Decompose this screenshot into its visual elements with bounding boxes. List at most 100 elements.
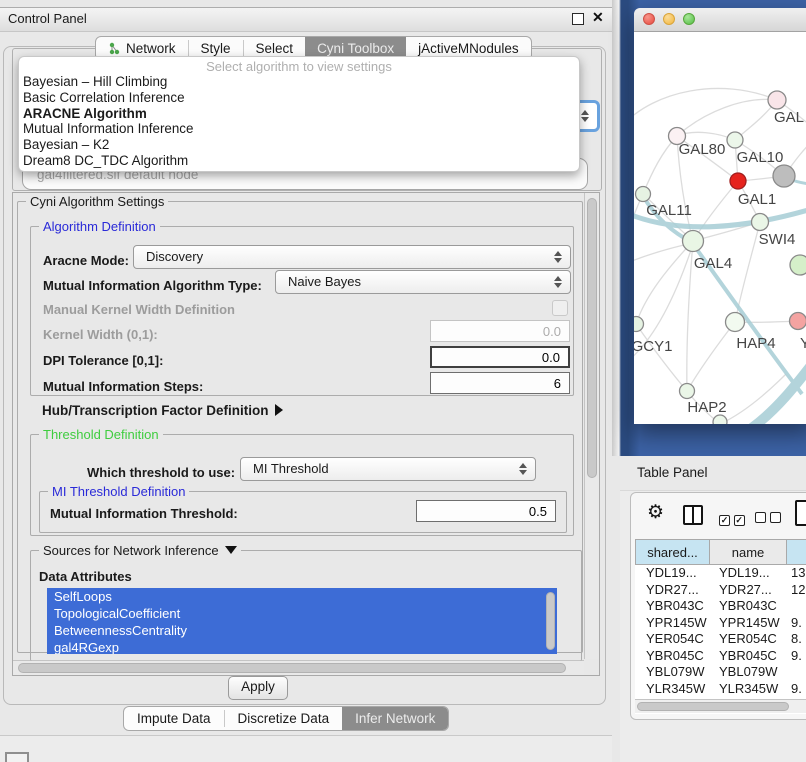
table-row[interactable]: YLR345W YLR345W 9. <box>635 681 806 698</box>
network-canvas[interactable]: GAL GAL80 GAL10 GAL1 GAL11 SWI4 GAL4 GCY… <box>634 32 806 424</box>
table-row[interactable]: YDL19... YDL19... 13 <box>635 565 806 582</box>
list-item-selfloops[interactable]: SelfLoops <box>47 588 557 605</box>
manual-kernel-checkbox[interactable] <box>552 300 568 316</box>
node-hap4[interactable] <box>726 313 745 332</box>
threshold-definition-title: Threshold Definition <box>39 427 163 442</box>
list-item-betweennesscentrality[interactable]: BetweennessCentrality <box>47 622 557 639</box>
table-row[interactable]: YDR27... YDR27... 12 <box>635 582 806 599</box>
table-horizontal-scrollbar[interactable] <box>635 699 806 713</box>
mi-steps-input[interactable] <box>430 372 570 394</box>
column-header-name[interactable]: name <box>710 539 787 565</box>
tab-discretize-data[interactable]: Discretize Data <box>225 707 343 730</box>
dpi-tolerance-label: DPI Tolerance [0,1]: <box>43 353 163 368</box>
threshold-definition-group: Threshold Definition Which threshold to … <box>30 434 574 536</box>
close-panel-icon[interactable]: ✕ <box>592 9 604 26</box>
left-window-footer <box>0 735 612 762</box>
node-label: GAL1 <box>738 191 776 208</box>
node-label: GAL4 <box>694 255 732 272</box>
mi-steps-label: Mutual Information Steps: <box>43 379 203 394</box>
node-gal10[interactable] <box>727 132 743 148</box>
sources-toggle[interactable]: Sources for Network Inference <box>39 543 241 558</box>
column-header-shared-name[interactable]: shared... <box>635 539 710 565</box>
minimize-traffic-light-icon[interactable] <box>663 13 675 25</box>
node-label: HAP2 <box>687 399 726 416</box>
apply-button[interactable]: Apply <box>228 676 288 700</box>
node-bottom-partial[interactable] <box>713 415 727 424</box>
popup-item-dream8[interactable]: Dream8 DC_TDC Algorithm <box>19 153 579 169</box>
node-label: SWI4 <box>759 231 796 248</box>
tab-infer-network[interactable]: Infer Network <box>342 707 448 730</box>
table-mode-icon[interactable] <box>795 500 806 526</box>
node-label: GAL <box>774 109 804 126</box>
zoom-traffic-light-icon[interactable] <box>683 13 695 25</box>
mi-type-label: Mutual Information Algorithm Type: <box>43 278 262 293</box>
popup-item-aracne[interactable]: ARACNE Algorithm <box>19 106 579 122</box>
node-red[interactable] <box>730 173 746 189</box>
node-label: HAP4 <box>736 335 775 352</box>
node-gray[interactable] <box>773 165 795 187</box>
mi-threshold-definition-title: MI Threshold Definition <box>48 484 189 499</box>
mi-type-combo[interactable]: Naive Bayes <box>275 270 571 294</box>
column-header-partial[interactable] <box>787 539 806 565</box>
node-pink-top[interactable] <box>768 91 786 109</box>
settings-horizontal-scrollbar[interactable] <box>13 660 584 675</box>
gear-icon[interactable]: ⚙ <box>647 501 664 524</box>
split-columns-icon[interactable] <box>683 505 703 525</box>
table-row[interactable]: YBL079W YBL079W <box>635 664 806 681</box>
node-swi4[interactable] <box>752 214 769 231</box>
docked-panel-icon[interactable] <box>5 752 29 762</box>
popup-prompt: Select algorithm to view settings <box>19 59 579 74</box>
table-row[interactable]: YBR043C YBR043C <box>635 598 806 615</box>
list-item-gal4rgexp[interactable]: gal4RGexp <box>47 639 557 654</box>
node-salmon[interactable] <box>790 313 806 330</box>
mi-threshold-input[interactable] <box>416 500 556 522</box>
node-label: GAL10 <box>737 149 784 166</box>
close-traffic-light-icon[interactable] <box>643 13 655 25</box>
deselect-all-columns-icon[interactable] <box>755 511 781 526</box>
tab-impute-data[interactable]: Impute Data <box>124 707 224 730</box>
kernel-width-input[interactable] <box>430 320 570 342</box>
screen: Control Panel ✕ Network Style Select Cyn… <box>0 0 806 762</box>
algorithm-definition-title: Algorithm Definition <box>39 219 160 234</box>
node-label: Y <box>800 335 806 352</box>
node-table: shared... name YDL19... YDL19... 13 YDR2… <box>635 539 806 714</box>
node-gal4[interactable] <box>683 231 704 252</box>
popup-item-basic-correlation[interactable]: Basic Correlation Inference <box>19 90 579 106</box>
node-label: GAL11 <box>646 202 692 219</box>
float-panel-icon[interactable] <box>572 13 584 25</box>
dpi-tolerance-input[interactable] <box>430 346 570 368</box>
table-header-row: shared... name <box>635 539 806 565</box>
list-scrollbar-thumb[interactable] <box>546 592 555 650</box>
control-panel-titlebar: Control Panel ✕ <box>0 7 612 32</box>
node-gal11[interactable] <box>636 187 651 202</box>
scrollbar-thumb[interactable] <box>637 702 789 711</box>
table-row[interactable]: YBR045C YBR045C 9. <box>635 648 806 665</box>
settings-vertical-scrollbar[interactable] <box>584 193 599 659</box>
scrollbar-thumb[interactable] <box>18 663 566 673</box>
node-gcy1[interactable] <box>634 317 644 332</box>
hub-definition-toggle[interactable]: Hub/Transcription Factor Definition <box>42 403 283 418</box>
network-tab-icon <box>108 42 121 55</box>
node-green-right[interactable] <box>790 255 806 275</box>
table-row[interactable]: YPR145W YPR145W 9. <box>635 615 806 632</box>
which-threshold-combo[interactable]: MI Threshold <box>240 457 536 481</box>
list-item-topologicalcoefficient[interactable]: TopologicalCoefficient <box>47 605 557 622</box>
combo-stepper-icon <box>581 110 589 122</box>
which-threshold-label: Which threshold to use: <box>87 465 235 480</box>
combo-stepper-icon <box>519 463 527 475</box>
data-attributes-label: Data Attributes <box>39 569 132 584</box>
scrollbar-thumb[interactable] <box>587 198 597 478</box>
table-row[interactable]: YER054C YER054C 8. <box>635 631 806 648</box>
node-hap2[interactable] <box>680 384 695 399</box>
popup-item-bayesian-k2[interactable]: Bayesian – K2 <box>19 137 579 153</box>
data-attributes-list: SelfLoops TopologicalCoefficient Between… <box>47 588 557 654</box>
select-all-columns-icon[interactable]: ✓ ✓ <box>719 511 745 526</box>
network-graph: GAL GAL80 GAL10 GAL1 GAL11 SWI4 GAL4 GCY… <box>634 32 806 424</box>
aracne-mode-combo[interactable]: Discovery <box>133 245 571 269</box>
popup-item-mutual-information[interactable]: Mutual Information Inference <box>19 121 579 137</box>
manual-kernel-label: Manual Kernel Width Definition <box>43 302 235 317</box>
network-view-window[interactable]: GAL GAL80 GAL10 GAL1 GAL11 SWI4 GAL4 GCY… <box>634 8 806 424</box>
network-window-titlebar[interactable] <box>634 8 806 32</box>
node-label: GCY1 <box>634 338 672 355</box>
popup-item-bayesian-hill[interactable]: Bayesian – Hill Climbing <box>19 74 579 90</box>
